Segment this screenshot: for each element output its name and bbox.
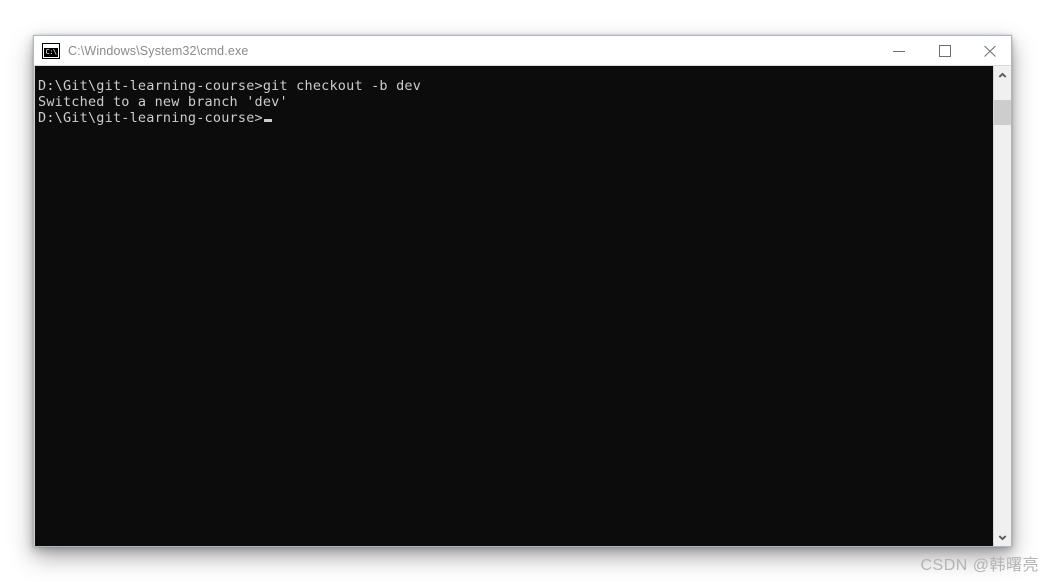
scrollbar-down-button[interactable] <box>994 529 1011 546</box>
scrollbar-track[interactable] <box>994 83 1011 529</box>
console-prompt-text: D:\Git\git-learning-course> <box>38 110 263 126</box>
console-line: D:\Git\git-learning-course>git checkout … <box>38 78 422 94</box>
console-cursor <box>263 119 272 122</box>
cmd-icon-prompt-glyph: C:\ <box>45 48 58 56</box>
scrollbar-up-button[interactable] <box>994 66 1011 83</box>
console-prompt-line: D:\Git\git-learning-course> <box>37 110 993 126</box>
window-controls-group <box>876 36 1011 65</box>
desktop-background: C:\ C:\Windows\System32\cmd.exe D:\Git\g… <box>0 0 1049 582</box>
maximize-icon <box>938 44 951 57</box>
cmd-console-window[interactable]: C:\ C:\Windows\System32\cmd.exe D:\Git\g… <box>33 35 1012 547</box>
cmd-exe-icon: C:\ <box>43 43 59 58</box>
close-button[interactable] <box>966 36 1011 65</box>
window-title-text: C:\Windows\System32\cmd.exe <box>68 43 249 58</box>
chevron-down-icon <box>998 534 1007 540</box>
console-screen[interactable]: D:\Git\git-learning-course>git checkout … <box>35 66 993 546</box>
scrollbar-thumb[interactable] <box>994 100 1011 125</box>
minimize-icon <box>892 50 905 52</box>
chevron-up-icon <box>998 72 1007 78</box>
close-icon <box>983 45 996 57</box>
window-title-bar[interactable]: C:\ C:\Windows\System32\cmd.exe <box>34 36 1011 65</box>
console-line: Switched to a new branch 'dev' <box>38 94 288 110</box>
console-area: D:\Git\git-learning-course>git checkout … <box>34 65 1011 546</box>
console-scrollbar[interactable] <box>993 66 1011 546</box>
minimize-button[interactable] <box>876 36 921 65</box>
csdn-watermark: CSDN @韩曙亮 <box>920 557 1039 574</box>
maximize-button[interactable] <box>921 36 966 65</box>
